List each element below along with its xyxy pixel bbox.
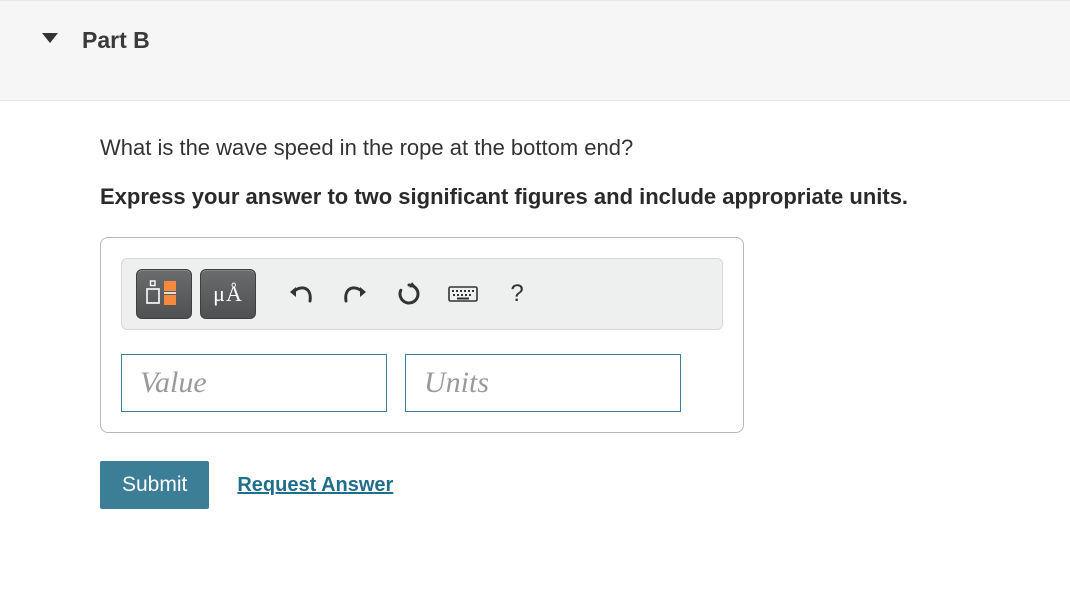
units-input[interactable] [405,354,681,412]
actions-row: Submit Request Answer [100,461,1070,509]
instruction-text: Express your answer to two significant f… [100,182,1070,212]
request-answer-link[interactable]: Request Answer [237,474,393,497]
part-header[interactable]: Part B [0,0,1070,101]
help-icon: ? [510,280,523,308]
chevron-down-icon [42,33,58,43]
symbols-button[interactable]: μÅ [200,269,256,319]
part-body: What is the wave speed in the rope at th… [0,101,1070,509]
inputs-row [121,354,723,412]
answer-toolbar: μÅ [121,258,723,330]
question-text: What is the wave speed in the rope at th… [100,133,1070,164]
redo-icon [342,283,368,305]
reset-button[interactable] [386,269,432,319]
value-input[interactable] [121,354,387,412]
keyboard-button[interactable] [440,269,486,319]
undo-icon [288,283,314,305]
part-container: Part B What is the wave speed in the rop… [0,0,1070,539]
symbols-label: μÅ [213,281,243,307]
keyboard-icon [448,284,478,304]
submit-button[interactable]: Submit [100,461,209,509]
templates-icon [146,279,182,309]
templates-button[interactable] [136,269,192,319]
help-button[interactable]: ? [494,269,540,319]
part-title: Part B [82,27,150,54]
redo-button[interactable] [332,269,378,319]
undo-button[interactable] [278,269,324,319]
reset-icon [396,281,422,307]
answer-panel: μÅ [100,237,744,433]
